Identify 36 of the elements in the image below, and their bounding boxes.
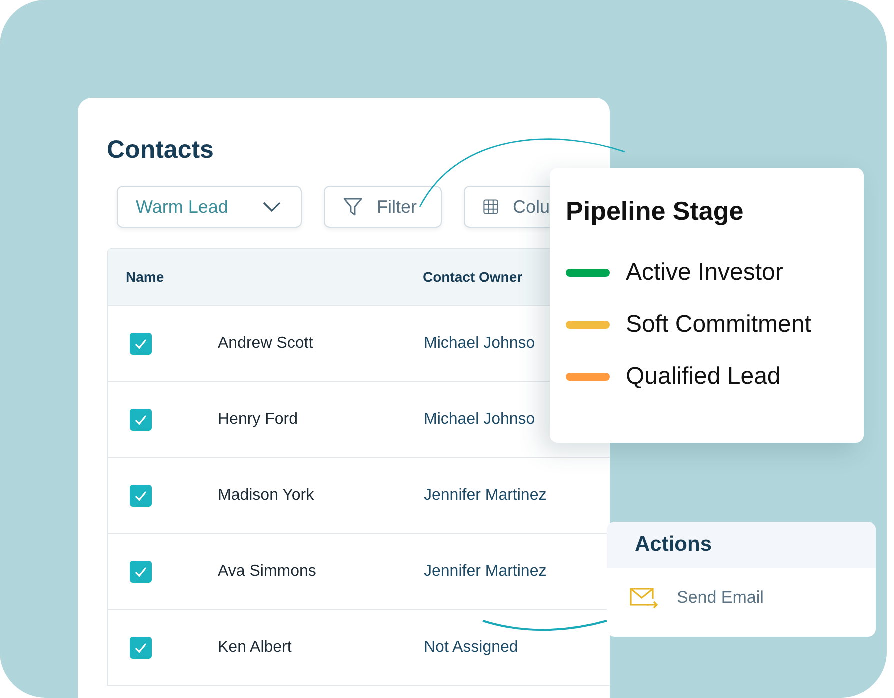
page-title: Contacts <box>107 135 215 166</box>
filter-button[interactable]: Filter <box>324 186 442 228</box>
legend-title: Pipeline Stage <box>566 196 745 227</box>
grid-icon <box>483 197 499 217</box>
contact-name: Madison York <box>218 486 316 504</box>
contact-name: Ken Albert <box>218 638 293 656</box>
checkmark-icon <box>134 566 148 578</box>
row-checkbox[interactable] <box>130 636 152 658</box>
contact-owner: Jennifer Martinez <box>424 562 547 580</box>
legend-label: Soft Commitment <box>626 311 812 339</box>
contact-owner: Jennifer Martinez <box>424 486 547 504</box>
contact-name: Ava Simmons <box>218 562 318 580</box>
chevron-down-icon <box>263 202 281 212</box>
contact-owner: Not Assigned <box>424 638 518 656</box>
row-checkbox[interactable] <box>130 560 152 582</box>
legend-label: Qualified Lead <box>626 363 781 391</box>
row-checkbox[interactable] <box>130 408 152 430</box>
mail-icon <box>629 586 659 610</box>
actions-title: Actions <box>635 533 712 557</box>
checkmark-icon <box>134 490 148 502</box>
contact-name: Andrew Scott <box>218 334 314 352</box>
contact-owner: Michael Johnso <box>424 334 536 352</box>
contact-owner: Michael Johnso <box>424 410 536 428</box>
column-header: Contact Owner <box>423 269 523 285</box>
action-item[interactable]: Send Email <box>607 568 876 610</box>
columns-button[interactable]: Colu <box>464 186 550 228</box>
row-checkbox[interactable] <box>130 332 152 354</box>
checkmark-icon <box>134 414 148 426</box>
legend-label: Active Investor <box>626 259 784 287</box>
row-checkbox[interactable] <box>130 484 152 506</box>
column-header: Name <box>126 269 166 285</box>
checkmark-icon <box>134 642 148 654</box>
stage-dropdown[interactable]: Warm Lead <box>117 186 302 228</box>
checkmark-icon <box>134 338 148 350</box>
contact-name: Henry Ford <box>218 410 300 428</box>
filter-icon <box>343 197 363 217</box>
